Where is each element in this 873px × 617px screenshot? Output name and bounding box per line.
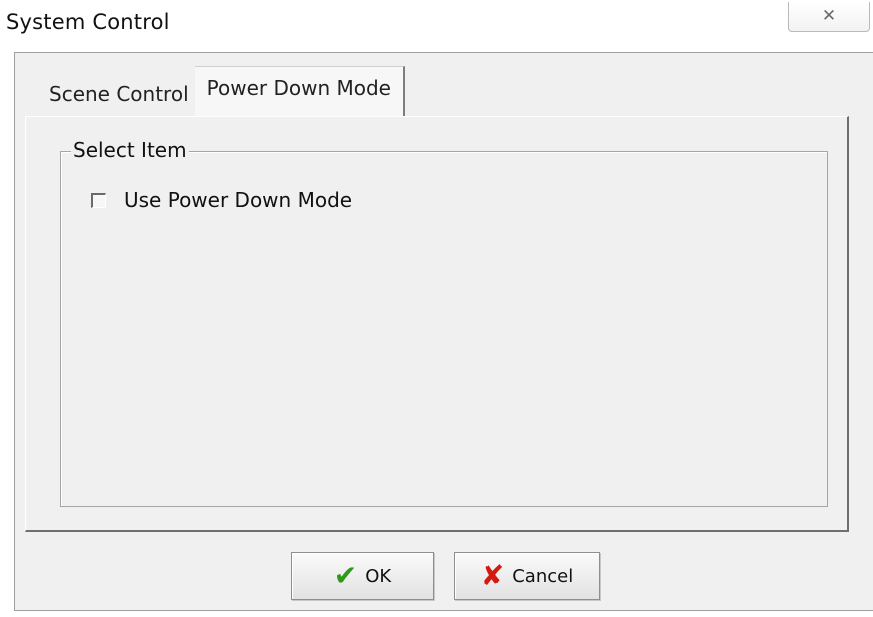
- cancel-button-label: Cancel: [512, 565, 574, 587]
- select-item-group: Select Item Use Power Down Mode: [60, 138, 828, 507]
- system-control-dialog: System Control ✕ Scene Control Power Dow…: [0, 0, 873, 617]
- check-icon: ✔: [333, 559, 358, 592]
- window-title: System Control: [6, 10, 170, 34]
- title-bar: System Control ✕: [0, 0, 873, 48]
- group-label: Select Item: [71, 138, 189, 162]
- tab-power-down-mode[interactable]: Power Down Mode: [194, 66, 405, 116]
- ok-button-label: OK: [365, 565, 392, 587]
- tab-panel-power-down-mode: Select Item Use Power Down Mode: [25, 116, 849, 532]
- tab-scene-control[interactable]: Scene Control: [32, 68, 195, 119]
- use-power-down-mode-checkbox[interactable]: [91, 192, 106, 208]
- cancel-button[interactable]: ✘ Cancel: [454, 552, 600, 600]
- use-power-down-mode-option[interactable]: Use Power Down Mode: [91, 188, 352, 212]
- ok-button[interactable]: ✔ OK: [291, 552, 434, 600]
- x-icon: ✘: [480, 559, 505, 592]
- close-icon: ✕: [821, 6, 837, 26]
- dialog-body: Scene Control Power Down Mode Select Ite…: [14, 52, 873, 611]
- checkbox-label: Use Power Down Mode: [124, 188, 353, 212]
- close-button[interactable]: ✕: [788, 2, 870, 32]
- tab-strip: Scene Control Power Down Mode: [32, 66, 405, 119]
